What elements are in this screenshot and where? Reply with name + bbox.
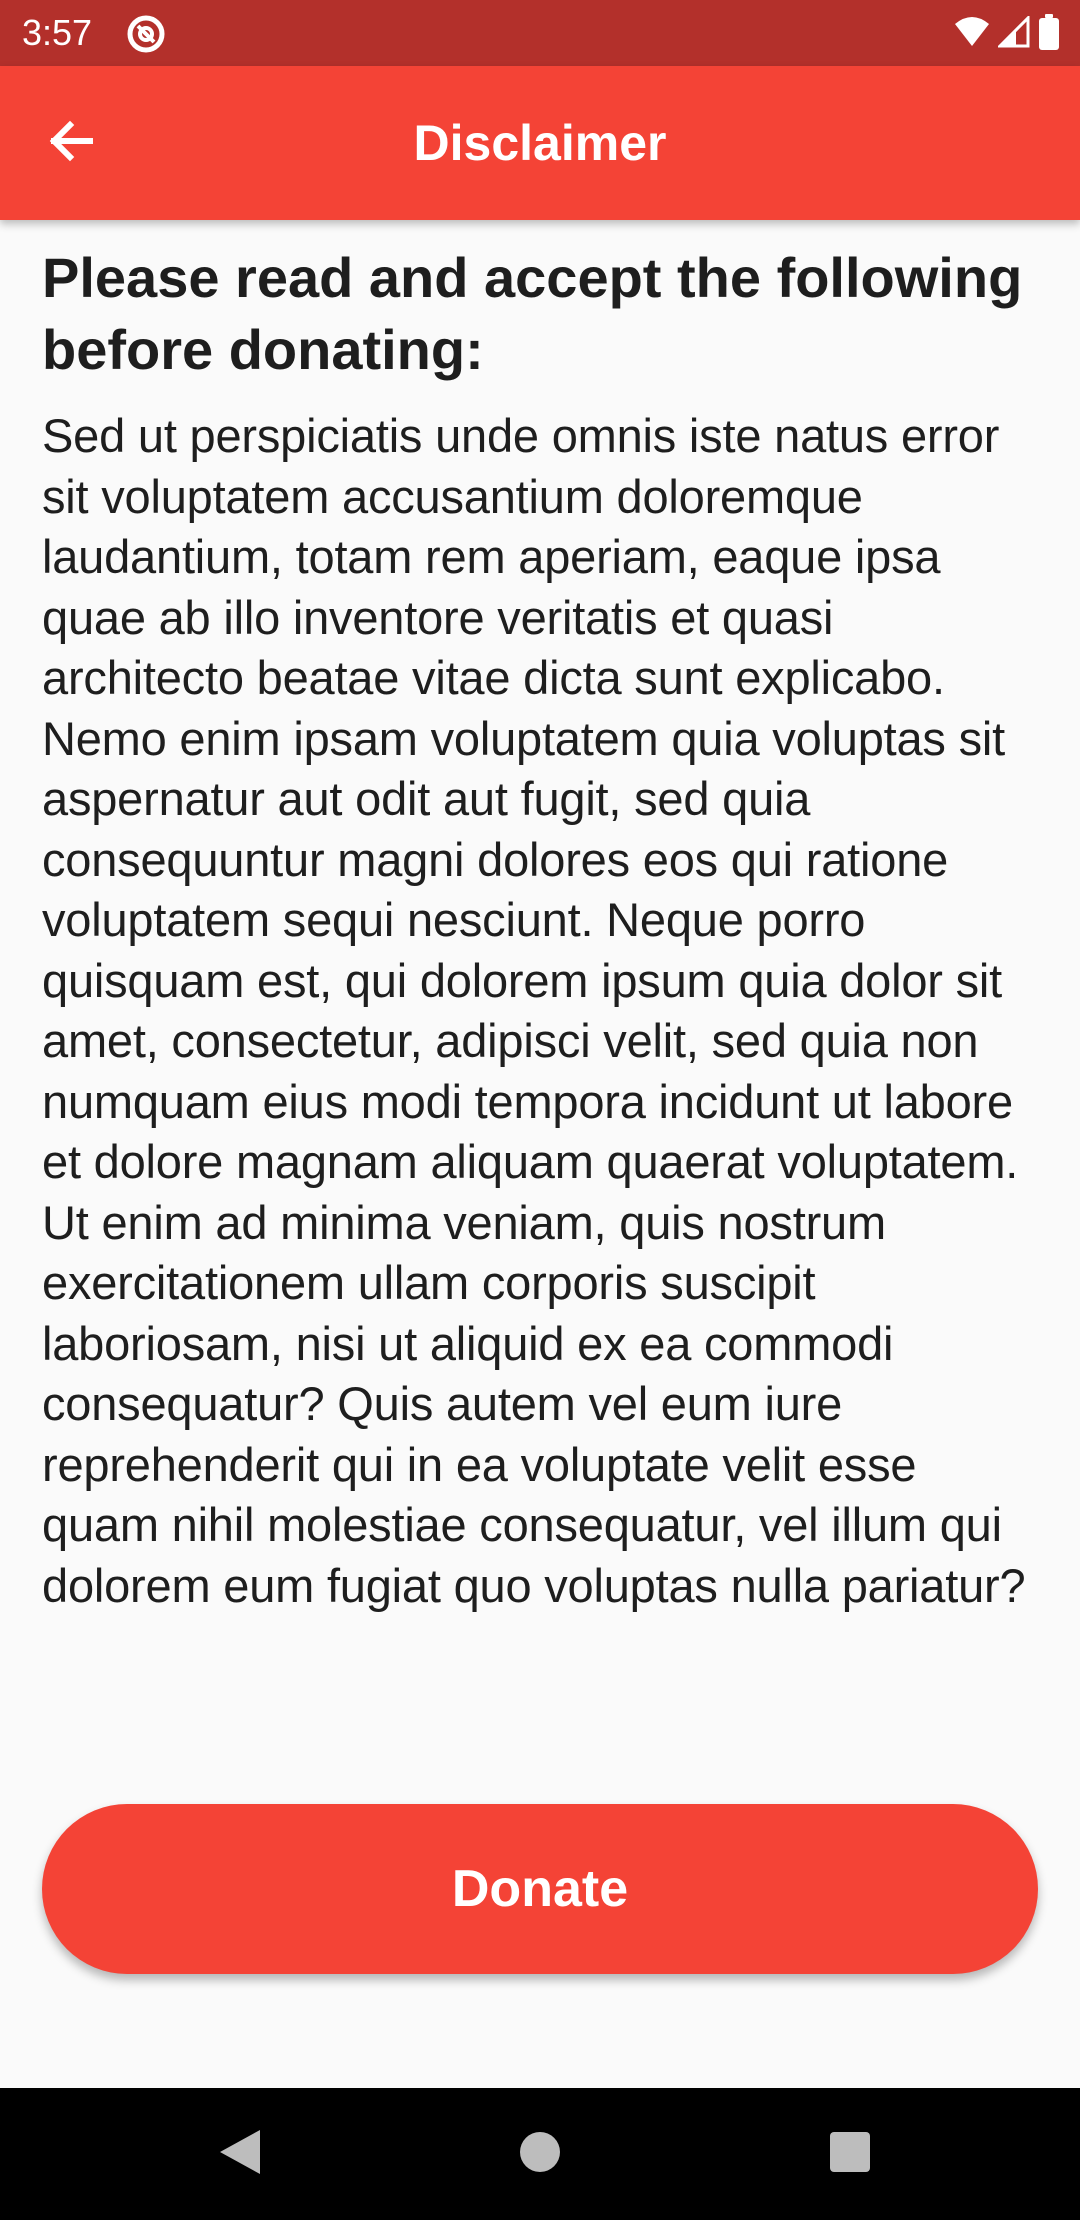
disclaimer-heading: Please read and accept the following bef…: [42, 246, 1023, 381]
nav-recents-square-icon: [828, 2130, 872, 2179]
status-time: 3:57: [22, 12, 93, 53]
wifi-icon: [954, 16, 990, 53]
donate-button[interactable]: Donate: [42, 1804, 1038, 1974]
system-nav-bar: [0, 2088, 1080, 2220]
disclaimer-body: Sed ut perspiciatis unde omnis iste natu…: [42, 409, 1026, 1612]
nav-back-button[interactable]: [200, 2114, 280, 2194]
disclaimer-screen: 3:57 Disclaimer Please read and accept t…: [0, 0, 1080, 2220]
cell-signal-icon: [996, 13, 1030, 53]
nav-home-circle-icon: [518, 2130, 562, 2179]
page-title: Disclaimer: [413, 115, 667, 171]
status-bar: 3:57: [0, 0, 1080, 66]
status-icons: [954, 13, 1060, 55]
app-bar: Disclaimer: [0, 66, 1080, 220]
nav-home-button[interactable]: [500, 2114, 580, 2194]
disclaimer-content: Please read and accept the following bef…: [42, 242, 1042, 1616]
nav-recents-button[interactable]: [810, 2114, 890, 2194]
at-sign-icon: [126, 14, 166, 54]
battery-icon: [1038, 13, 1060, 55]
nav-back-triangle-icon: [218, 2128, 262, 2181]
